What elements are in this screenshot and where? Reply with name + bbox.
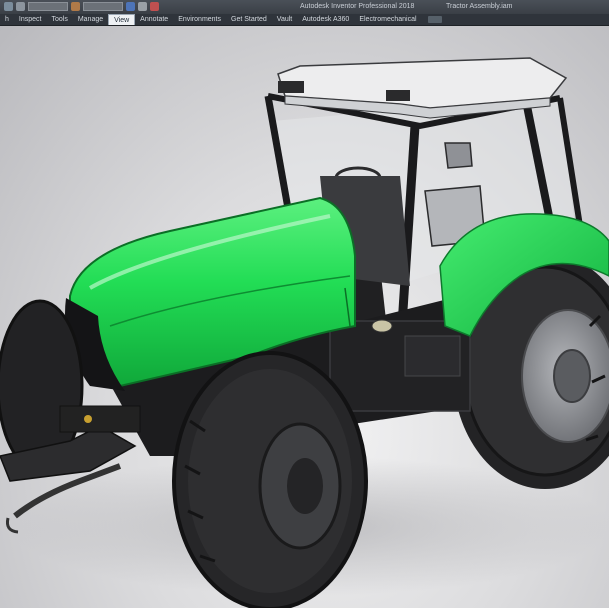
- open-icon[interactable]: [16, 2, 25, 11]
- tab-manage[interactable]: Manage: [73, 14, 108, 25]
- tab-inspect[interactable]: Inspect: [14, 14, 47, 25]
- document-title: Tractor Assembly.iam: [446, 3, 513, 10]
- ribbon-tabs: h Inspect Tools Manage View Annotate Env…: [0, 14, 609, 26]
- tab-autodesk-a360[interactable]: Autodesk A360: [297, 14, 354, 25]
- inventor-window: Autodesk Inventor Professional 2018 Trac…: [0, 0, 609, 608]
- tab-tools[interactable]: Tools: [46, 14, 72, 25]
- tab-environments[interactable]: Environments: [173, 14, 226, 25]
- front-right-wheel[interactable]: [172, 351, 368, 608]
- measure-icon[interactable]: [138, 2, 147, 11]
- parameters-icon[interactable]: [126, 2, 135, 11]
- app-title: Autodesk Inventor Professional 2018: [300, 3, 415, 10]
- new-icon[interactable]: [4, 2, 13, 11]
- tab-annotate[interactable]: Annotate: [135, 14, 173, 25]
- tab-get-started[interactable]: Get Started: [226, 14, 272, 25]
- appearance-icon[interactable]: [71, 2, 80, 11]
- tab-electromechanical[interactable]: Electromechanical: [354, 14, 421, 25]
- quick-access-toolbar: [4, 2, 159, 11]
- tab-view[interactable]: View: [108, 14, 136, 25]
- tab-partial[interactable]: h: [0, 14, 14, 25]
- tractor-model[interactable]: [0, 26, 609, 608]
- update-icon[interactable]: [150, 2, 159, 11]
- title-bar: Autodesk Inventor Professional 2018 Trac…: [0, 0, 609, 14]
- appearance-selector[interactable]: [83, 2, 123, 11]
- tab-vault[interactable]: Vault: [272, 14, 297, 25]
- graphics-viewport[interactable]: [0, 26, 609, 608]
- material-selector[interactable]: [28, 2, 68, 11]
- ribbon-options-icon[interactable]: [427, 16, 442, 23]
